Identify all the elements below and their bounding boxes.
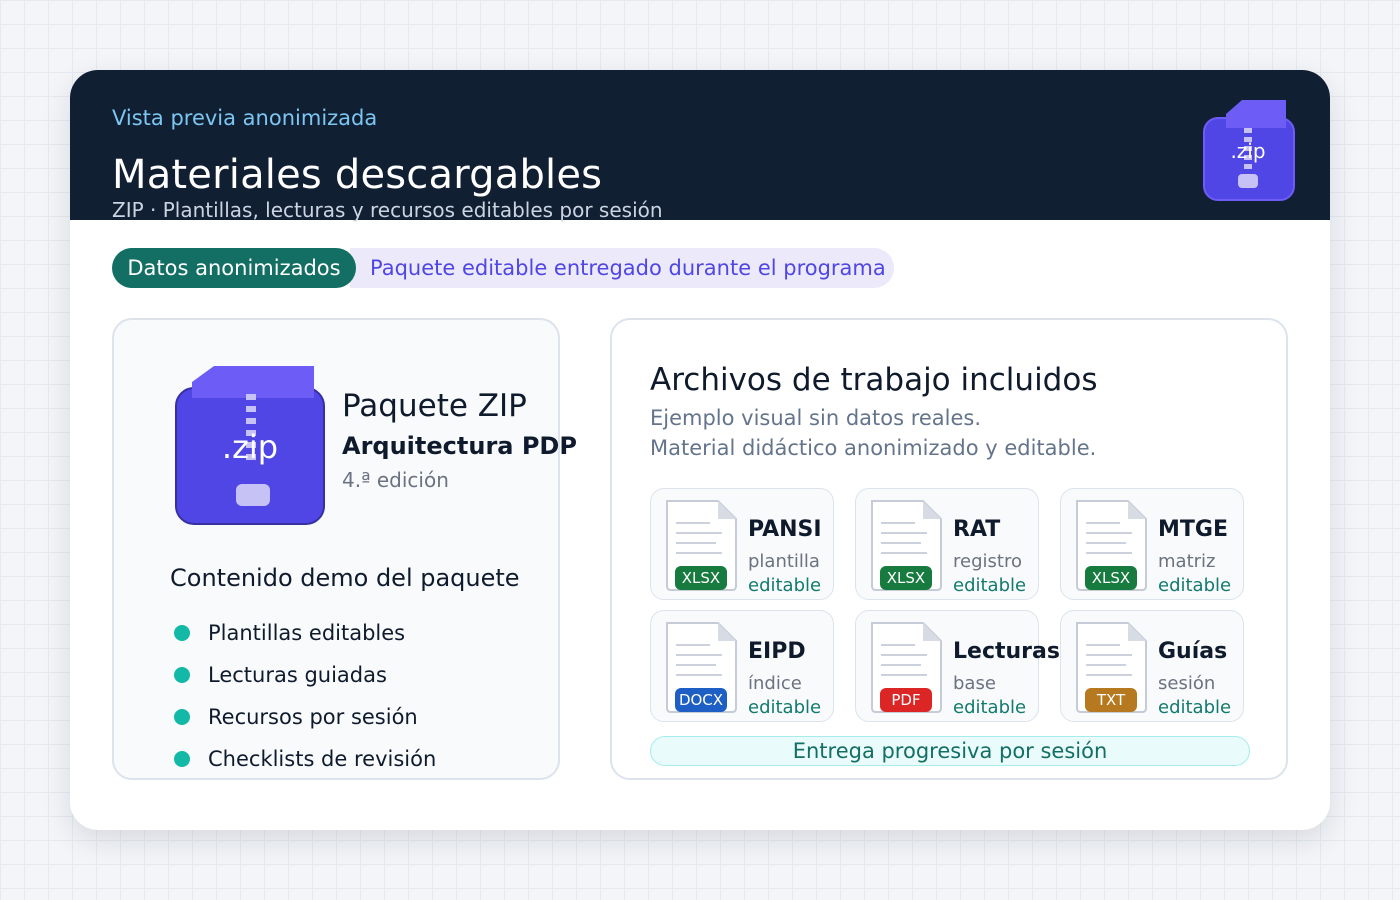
svg-text:.zip: .zip [222, 428, 278, 466]
document-icon: XLSX [869, 500, 943, 592]
files-title: Archivos de trabajo incluidos [650, 362, 1098, 398]
files-description: Ejemplo visual sin datos reales. [650, 406, 982, 430]
document-icon: PDF [869, 622, 943, 714]
file-status: editable [748, 575, 822, 596]
file-type-badge: PDF [880, 688, 932, 712]
file-tile-mtge[interactable]: XLSX MTGE matriz editable [1060, 488, 1244, 600]
bullet-icon [174, 709, 190, 725]
file-name: MTGE [1158, 517, 1228, 542]
file-tile-guías[interactable]: TXT Guías sesión editable [1060, 610, 1244, 722]
file-status: editable [1158, 697, 1232, 718]
file-status: editable [953, 575, 1027, 596]
document-icon: DOCX [664, 622, 738, 714]
document-icon: XLSX [1074, 500, 1148, 592]
bullet-icon [174, 625, 190, 641]
file-status: editable [1158, 575, 1232, 596]
file-tile-rat[interactable]: XLSX RAT registro editable [855, 488, 1039, 600]
editable-package-badge: Paquete editable entregado durante el pr… [350, 248, 894, 288]
file-name: EIPD [748, 639, 806, 664]
page-subtitle: ZIP · Plantillas, lecturas y recursos ed… [112, 198, 663, 222]
file-name: Guías [1158, 639, 1228, 664]
file-kind: base [953, 673, 996, 694]
anonymized-badge: Datos anonimizados [112, 248, 356, 288]
document-icon: TXT [1074, 622, 1148, 714]
document-icon: XLSX [664, 500, 738, 592]
file-name: Lecturas [953, 639, 1060, 664]
bullet-icon [174, 751, 190, 767]
package-subtitle: Arquitectura PDP [342, 432, 577, 460]
svg-text:.zip: .zip [1230, 139, 1265, 163]
zip-file-icon: .zip [1203, 100, 1295, 201]
package-edition: 4.ª edición [342, 468, 449, 492]
file-type-badge: DOCX [675, 688, 727, 712]
zip-package-icon: .zip [175, 366, 325, 525]
list-item: Checklists de revisión [174, 738, 436, 780]
file-name: RAT [953, 517, 1001, 542]
card-header: Vista previa anonimizada Materiales desc… [70, 70, 1330, 222]
file-kind: sesión [1158, 673, 1216, 694]
contents-list: Plantillas editables Lecturas guiadas Re… [174, 612, 436, 780]
file-kind: matriz [1158, 551, 1216, 572]
file-tile-pansi[interactable]: XLSX PANSI plantilla editable [650, 488, 834, 600]
contents-title: Contenido demo del paquete [170, 564, 520, 592]
delivery-note: Entrega progresiva por sesión [650, 736, 1250, 766]
file-type-badge: TXT [1085, 688, 1137, 712]
preview-label: Vista previa anonimizada [112, 106, 378, 130]
file-type-badge: XLSX [675, 566, 727, 590]
page-title: Materiales descargables [112, 152, 603, 198]
package-panel: .zip Paquete ZIP Arquitectura PDP 4.ª ed… [112, 318, 577, 780]
file-kind: índice [748, 673, 802, 694]
file-kind: plantilla [748, 551, 820, 572]
materials-card: Vista previa anonimizada Materiales desc… [70, 70, 1330, 830]
list-item: Lecturas guiadas [174, 654, 436, 696]
file-status: editable [748, 697, 822, 718]
file-type-badge: XLSX [1085, 566, 1137, 590]
file-tile-lecturas[interactable]: PDF Lecturas base editable [855, 610, 1060, 722]
file-status: editable [953, 697, 1027, 718]
file-kind: registro [953, 551, 1022, 572]
files-description: Material didáctico anonimizado y editabl… [650, 436, 1097, 460]
file-name: PANSI [748, 517, 822, 542]
files-panel: Archivos de trabajo incluidos Ejemplo vi… [610, 318, 1288, 780]
list-item: Recursos por sesión [174, 696, 436, 738]
file-tile-eipd[interactable]: DOCX EIPD índice editable [650, 610, 834, 722]
bullet-icon [174, 667, 190, 683]
list-item: Plantillas editables [174, 612, 436, 654]
file-type-badge: XLSX [880, 566, 932, 590]
package-title: Paquete ZIP [342, 388, 527, 424]
